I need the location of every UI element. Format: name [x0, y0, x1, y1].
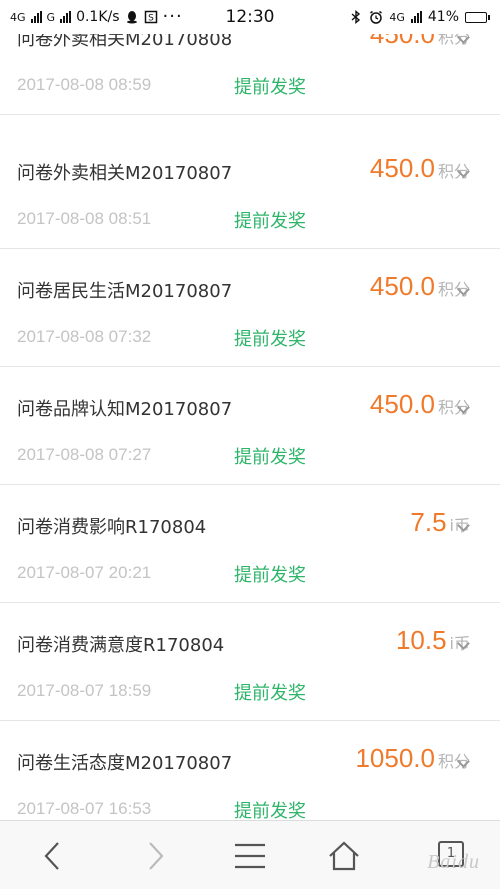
network-type-2: G [46, 10, 56, 24]
survey-date: 2017-08-07 16:53 [17, 799, 152, 818]
menu-button[interactable] [220, 821, 280, 889]
survey-title: 问卷居民生活M20170807 [17, 281, 233, 302]
signal-icon-3 [410, 11, 422, 23]
early-reward-link[interactable]: 提前发奖 [234, 207, 306, 233]
survey-title: 问卷生活态度M20170807 [17, 753, 233, 774]
status-bar: 4G G 0.1K/s S ··· 12:30 4G 41% [0, 0, 500, 34]
list-item[interactable]: 问卷品牌认知M20170807 450.0 积分 2017-08-08 07:2… [0, 367, 500, 485]
reward-value: 1050.0 积分 [355, 743, 470, 774]
list-item[interactable]: 问卷居民生活M20170807 450.0 积分 2017-08-08 07:3… [0, 249, 500, 367]
baidu-watermark: Baidu [427, 851, 480, 873]
reward-amount: 7.5 [410, 507, 447, 537]
survey-title: 问卷消费影响R170804 [17, 517, 207, 538]
list-item[interactable]: 问卷消费满意度R170804 10.5 i币 2017-08-07 18:59 … [0, 603, 500, 721]
reward-value: 450.0 积分 [370, 153, 470, 184]
sim-icon: S [144, 10, 157, 24]
battery-percent: 41% [427, 9, 459, 25]
signal-icon [30, 11, 42, 23]
chevron-right-icon [149, 841, 164, 870]
network-speed: 0.1K/s [76, 9, 120, 25]
bluetooth-icon [351, 10, 361, 24]
more-notifications-icon: ··· [162, 6, 183, 27]
reward-list: 问卷外卖相关M20170808 450.0 积分 2017-08-08 08:5… [0, 0, 500, 820]
network-type-3: 4G [389, 10, 405, 24]
qq-penguin-icon [126, 11, 137, 24]
alarm-icon [370, 10, 383, 24]
reward-value: 450.0 积分 [370, 271, 470, 302]
reward-amount: 1050.0 [355, 743, 435, 773]
network-type: 4G [10, 10, 26, 24]
svg-text:S: S [148, 14, 154, 24]
survey-date: 2017-08-08 07:27 [17, 445, 152, 464]
reward-amount: 10.5 [395, 625, 447, 655]
survey-title: 问卷品牌认知M20170807 [17, 399, 233, 420]
survey-date: 2017-08-08 07:32 [17, 327, 152, 346]
list-item[interactable]: 问卷消费影响R170804 7.5 i币 2017-08-07 20:21 提前… [0, 485, 500, 603]
home-button[interactable] [314, 821, 374, 889]
menu-icon [235, 843, 265, 868]
status-left: 4G G 0.1K/s S ··· [10, 8, 183, 26]
survey-date: 2017-08-07 18:59 [17, 681, 152, 700]
early-reward-link[interactable]: 提前发奖 [234, 325, 306, 351]
list-item[interactable]: 问卷外卖相关M20170807 450.0 积分 2017-08-08 08:5… [0, 131, 500, 249]
early-reward-link[interactable]: 提前发奖 [234, 73, 306, 99]
home-icon [329, 840, 359, 870]
survey-title: 问卷消费满意度R170804 [17, 635, 225, 656]
signal-icon-2 [60, 11, 72, 23]
reward-amount: 450.0 [369, 389, 435, 419]
list-item[interactable]: 问卷生活态度M20170807 1050.0 积分 2017-08-07 16:… [0, 721, 500, 820]
bottom-nav: 1 Baidu [0, 820, 500, 889]
reward-amount: 450.0 [369, 153, 435, 183]
battery-icon [465, 11, 490, 23]
survey-date: 2017-08-07 20:21 [17, 563, 152, 582]
status-right: 4G 41% [349, 9, 490, 25]
survey-title: 问卷外卖相关M20170807 [17, 163, 233, 184]
early-reward-link[interactable]: 提前发奖 [234, 561, 306, 587]
early-reward-link[interactable]: 提前发奖 [234, 797, 306, 820]
chevron-left-icon [44, 841, 59, 870]
survey-date: 2017-08-08 08:51 [17, 209, 152, 228]
early-reward-link[interactable]: 提前发奖 [234, 679, 306, 705]
reward-value: 450.0 积分 [370, 389, 470, 420]
forward-button[interactable] [126, 821, 186, 889]
back-button[interactable] [22, 821, 82, 889]
survey-date: 2017-08-08 08:59 [17, 75, 152, 94]
reward-amount: 450.0 [369, 271, 435, 301]
early-reward-link[interactable]: 提前发奖 [234, 443, 306, 469]
